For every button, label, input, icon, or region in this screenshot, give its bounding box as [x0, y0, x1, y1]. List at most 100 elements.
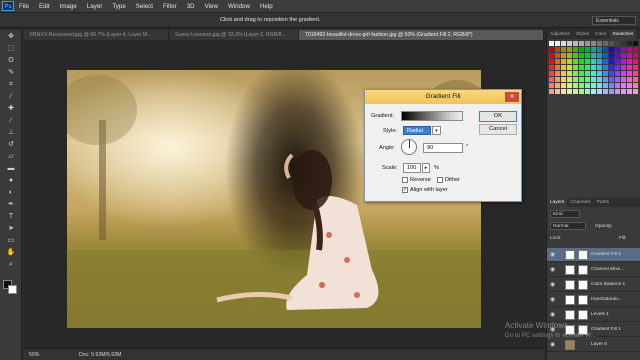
color-swatch[interactable] — [591, 89, 596, 94]
eye-icon[interactable]: ◉ — [550, 281, 555, 288]
color-swatch[interactable] — [633, 41, 638, 46]
color-swatch[interactable] — [609, 41, 614, 46]
background-color-swatch[interactable] — [8, 285, 17, 294]
clone-stamp-tool-icon[interactable]: ⊥ — [2, 127, 20, 138]
color-swatch[interactable] — [549, 71, 554, 76]
color-swatch[interactable] — [549, 65, 554, 70]
color-swatch[interactable] — [585, 41, 590, 46]
angle-dial[interactable] — [401, 139, 417, 155]
color-swatch[interactable] — [579, 71, 584, 76]
color-swatch[interactable] — [549, 59, 554, 64]
color-swatch[interactable] — [615, 65, 620, 70]
color-swatch[interactable] — [573, 41, 578, 46]
chevron-down-icon[interactable]: ▾ — [432, 126, 441, 135]
color-swatch[interactable] — [591, 53, 596, 58]
color-swatch[interactable] — [555, 71, 560, 76]
color-swatch[interactable] — [633, 65, 638, 70]
tab-color[interactable]: Color — [592, 30, 609, 39]
history-brush-tool-icon[interactable]: ↺ — [2, 139, 20, 150]
color-swatch[interactable] — [597, 77, 602, 82]
color-swatch[interactable] — [603, 59, 608, 64]
color-swatch[interactable] — [591, 47, 596, 52]
color-swatch[interactable] — [627, 65, 632, 70]
eye-icon[interactable]: ◉ — [550, 266, 555, 273]
color-swatch[interactable] — [561, 83, 566, 88]
color-swatch[interactable] — [633, 59, 638, 64]
color-swatch[interactable] — [627, 89, 632, 94]
color-swatch[interactable] — [579, 53, 584, 58]
menu-layer[interactable]: Layer — [82, 3, 107, 10]
color-swatch[interactable] — [585, 53, 590, 58]
color-swatch[interactable] — [573, 77, 578, 82]
layer-row[interactable]: ◉ Gradient Fill 2 — [547, 248, 640, 262]
color-swatch[interactable] — [555, 65, 560, 70]
color-swatch[interactable] — [609, 83, 614, 88]
color-swatch[interactable] — [567, 41, 572, 46]
lasso-tool-icon[interactable]: ʘ — [2, 55, 20, 66]
color-swatch[interactable] — [585, 59, 590, 64]
scale-input[interactable]: 100 — [403, 163, 421, 173]
color-swatch[interactable] — [609, 53, 614, 58]
color-swatch[interactable] — [633, 89, 638, 94]
blur-tool-icon[interactable]: ● — [2, 175, 20, 186]
doc-tab-2[interactable]: Sunny Leoneon.jpg @ 33.3% (Layer 2, RGB/… — [169, 30, 299, 40]
color-swatch[interactable] — [627, 83, 632, 88]
color-swatch[interactable] — [597, 65, 602, 70]
ok-button[interactable]: OK — [479, 111, 517, 122]
dialog-title-bar[interactable]: Gradient Fill ✕ — [365, 90, 521, 104]
color-swatch[interactable] — [567, 71, 572, 76]
eye-icon[interactable]: ◉ — [550, 296, 555, 303]
color-swatch[interactable] — [603, 89, 608, 94]
color-swatch[interactable] — [573, 83, 578, 88]
color-swatch[interactable] — [609, 47, 614, 52]
layer-row[interactable]: ◉ Levels 1 — [547, 308, 640, 322]
color-swatch[interactable] — [561, 53, 566, 58]
angle-input[interactable]: 90 — [423, 143, 463, 153]
color-swatch[interactable] — [603, 53, 608, 58]
align-checkbox[interactable]: ✓ — [402, 187, 408, 193]
cancel-button[interactable]: Cancel — [479, 124, 517, 135]
layer-row[interactable]: ◉ Hue/Saturati... — [547, 293, 640, 307]
layer-row[interactable]: ◉ Layer 0 — [547, 338, 640, 352]
eraser-tool-icon[interactable]: ▱ — [2, 151, 20, 162]
menu-filter[interactable]: Filter — [158, 3, 182, 10]
color-swatch[interactable] — [597, 47, 602, 52]
color-swatch[interactable] — [579, 89, 584, 94]
color-swatch[interactable] — [585, 71, 590, 76]
color-swatch[interactable] — [591, 59, 596, 64]
color-swatch[interactable] — [567, 47, 572, 52]
menu-type[interactable]: Type — [107, 3, 130, 10]
color-swatch[interactable] — [591, 71, 596, 76]
layer-row[interactable]: ◉ Channel Mixe... — [547, 263, 640, 277]
color-swatch[interactable] — [621, 47, 626, 52]
color-swatch[interactable] — [603, 41, 608, 46]
color-swatch[interactable] — [627, 53, 632, 58]
color-swatch[interactable] — [597, 41, 602, 46]
color-swatch[interactable] — [561, 77, 566, 82]
color-swatch[interactable] — [585, 89, 590, 94]
color-swatch[interactable] — [627, 41, 632, 46]
color-swatch[interactable] — [549, 89, 554, 94]
color-swatch[interactable] — [573, 53, 578, 58]
pen-tool-icon[interactable]: ✒ — [2, 199, 20, 210]
color-swatch[interactable] — [603, 65, 608, 70]
healing-tool-icon[interactable]: ✚ — [2, 103, 20, 114]
color-swatch[interactable] — [621, 77, 626, 82]
color-swatch[interactable] — [549, 83, 554, 88]
menu-select[interactable]: Select — [131, 3, 158, 10]
tab-swatches[interactable]: Swatches — [609, 30, 637, 39]
color-swatch[interactable] — [591, 65, 596, 70]
eye-icon[interactable]: ◉ — [550, 311, 555, 318]
color-swatch[interactable] — [621, 53, 626, 58]
close-icon[interactable]: ✕ — [505, 92, 519, 102]
color-swatch[interactable] — [615, 83, 620, 88]
reverse-checkbox[interactable] — [402, 177, 408, 183]
color-swatch[interactable] — [603, 77, 608, 82]
color-swatch[interactable] — [633, 71, 638, 76]
color-swatch[interactable] — [615, 71, 620, 76]
color-swatch[interactable] — [549, 41, 554, 46]
color-swatch[interactable] — [627, 71, 632, 76]
color-swatch[interactable] — [591, 83, 596, 88]
color-swatch[interactable] — [567, 89, 572, 94]
zoom-tool-icon[interactable]: ⌕ — [2, 259, 20, 270]
